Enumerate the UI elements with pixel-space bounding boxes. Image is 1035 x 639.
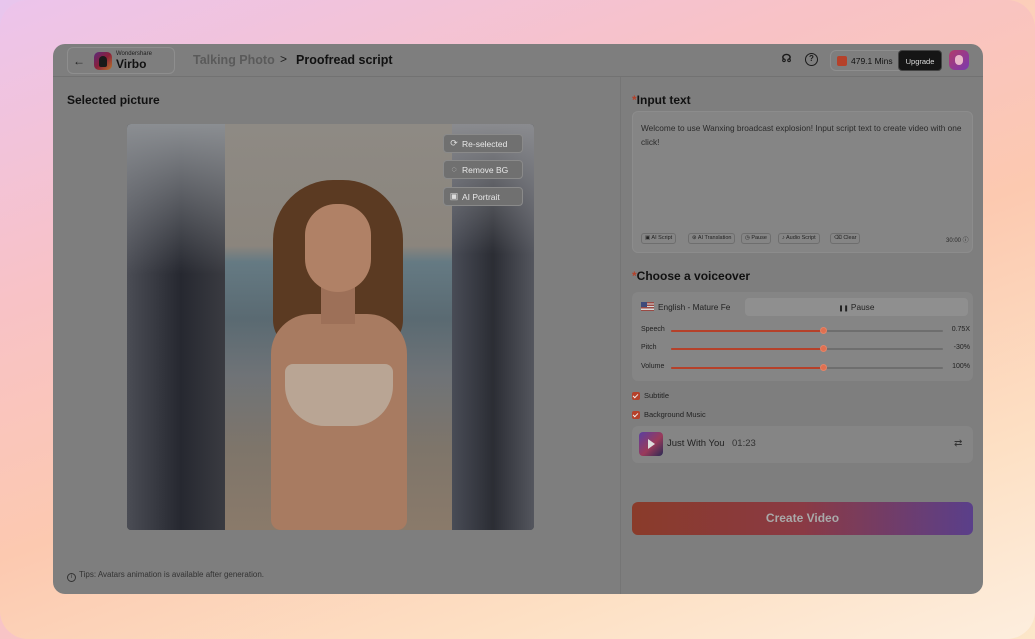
brand-logo: Wondershare Virbo bbox=[116, 51, 152, 70]
pause-insert-button[interactable]: ◷ Pause bbox=[741, 233, 771, 244]
voiceover-label: Choose a voiceover bbox=[636, 269, 751, 283]
top-bar: ← Wondershare Virbo Talking Photo > Proo… bbox=[53, 44, 983, 77]
upgrade-button[interactable]: Upgrade bbox=[898, 50, 942, 71]
counter-text: 30:00 bbox=[946, 238, 962, 244]
help-icon[interactable]: ? bbox=[805, 53, 818, 66]
background-music-label[interactable]: Background Music bbox=[644, 410, 706, 419]
audio-script-button[interactable]: ♪ Audio Script bbox=[778, 233, 820, 244]
brand-name: Virbo bbox=[116, 57, 147, 71]
portrait-face bbox=[305, 204, 371, 292]
pause-label: Pause bbox=[850, 302, 875, 312]
volume-slider[interactable] bbox=[671, 364, 943, 371]
music-name: Just With You bbox=[667, 438, 725, 449]
panel-divider bbox=[620, 77, 621, 594]
ai-script-label: AI Script bbox=[651, 235, 673, 241]
replace-music-icon[interactable]: ⇄ bbox=[954, 438, 962, 449]
voiceover-title: *Choose a voiceover bbox=[632, 269, 750, 283]
pause-button[interactable]: ❚❚ Pause bbox=[745, 298, 968, 316]
portrait-top bbox=[285, 364, 393, 426]
speech-fill bbox=[671, 330, 824, 332]
remove-bg-button[interactable]: ◌ Remove BG bbox=[443, 160, 523, 179]
audio-script-label: Audio Script bbox=[785, 235, 816, 241]
subtitle-checkbox[interactable] bbox=[632, 392, 640, 400]
clear-label: Clear bbox=[843, 235, 857, 241]
photo-blur-right bbox=[452, 124, 534, 530]
ai-script-button[interactable]: ▣ AI Script bbox=[641, 233, 677, 244]
pause-icon: ❚❚ bbox=[838, 306, 849, 312]
pitch-value: -30% bbox=[953, 344, 970, 351]
user-avatar[interactable] bbox=[949, 50, 969, 70]
pitch-fill bbox=[671, 348, 824, 350]
voice-name: English - Mature Fe bbox=[658, 302, 731, 312]
speech-label: Speech bbox=[641, 326, 665, 333]
subtitle-label[interactable]: Subtitle bbox=[644, 391, 669, 400]
music-duration: 01:23 bbox=[732, 438, 756, 449]
clear-button[interactable]: ⌫ Clear bbox=[830, 233, 861, 244]
breadcrumb-talking-photo[interactable]: Talking Photo bbox=[193, 53, 275, 67]
app-window: ← Wondershare Virbo Talking Photo > Proo… bbox=[53, 44, 983, 594]
pause-insert-label: Pause bbox=[751, 235, 767, 241]
info-icon: i bbox=[67, 573, 76, 582]
speech-slider[interactable] bbox=[671, 327, 943, 334]
create-video-button[interactable]: Create Video bbox=[632, 502, 973, 535]
reselect-button[interactable]: ⟳ Re-selected bbox=[443, 134, 523, 153]
tips-text: i Tips: Avatars animation is available af… bbox=[67, 570, 264, 582]
credits-icon bbox=[837, 56, 847, 66]
volume-label: Volume bbox=[641, 363, 665, 370]
voiceover-panel: English - Mature Fe ❚❚ Pause Speech 0.75… bbox=[632, 292, 973, 381]
refresh-icon: ⟳ bbox=[450, 138, 458, 148]
home-button[interactable]: ← Wondershare Virbo bbox=[67, 47, 175, 74]
script-text[interactable]: Welcome to use Wanxing broadcast explosi… bbox=[641, 122, 963, 149]
selected-picture-title: Selected picture bbox=[67, 93, 160, 107]
back-arrow-icon[interactable]: ← bbox=[68, 54, 90, 68]
page-title: Proofread script bbox=[296, 53, 393, 67]
chevron-right-icon: > bbox=[280, 52, 288, 66]
us-flag-icon bbox=[641, 302, 654, 311]
volume-value: 100% bbox=[952, 363, 970, 370]
music-track[interactable]: Just With You 01:23 ⇄ bbox=[632, 426, 973, 463]
background-music-checkbox[interactable] bbox=[632, 411, 640, 419]
script-textarea[interactable]: Welcome to use Wanxing broadcast explosi… bbox=[632, 111, 973, 253]
speech-value: 0.75X bbox=[951, 326, 970, 333]
headset-icon[interactable]: ☊ bbox=[780, 53, 793, 66]
portrait-icon: ▣ bbox=[449, 191, 459, 201]
ai-translation-button[interactable]: ⊛ AI Translation bbox=[688, 233, 736, 244]
ai-translation-label: AI Translation bbox=[697, 235, 732, 241]
pitch-slider[interactable] bbox=[671, 345, 943, 352]
tip-label: Tips: Avatars animation is available aft… bbox=[79, 570, 264, 579]
reselect-label: Re-selected bbox=[462, 139, 508, 149]
input-text-label: Input text bbox=[636, 93, 691, 107]
pitch-label: Pitch bbox=[641, 344, 657, 351]
voice-select[interactable]: English - Mature Fe bbox=[641, 298, 741, 316]
input-text-title: *Input text bbox=[632, 93, 691, 107]
remove-bg-icon: ◌ bbox=[451, 164, 457, 174]
remove-bg-label: Remove BG bbox=[462, 165, 509, 175]
selected-photo bbox=[127, 124, 534, 530]
ai-portrait-button[interactable]: ▣ AI Portrait bbox=[443, 187, 523, 206]
minutes-text: 479.1 Mins bbox=[851, 56, 893, 66]
volume-fill bbox=[671, 367, 824, 369]
photo-blur-left bbox=[127, 124, 225, 530]
speech-knob[interactable] bbox=[819, 327, 827, 334]
char-counter: 30:00 ⓘ bbox=[946, 238, 969, 244]
play-icon[interactable] bbox=[639, 432, 663, 456]
ai-portrait-label: AI Portrait bbox=[462, 192, 500, 202]
virbo-logo-icon bbox=[94, 51, 112, 70]
volume-knob[interactable] bbox=[819, 364, 827, 371]
portrait-image bbox=[225, 124, 452, 530]
pitch-knob[interactable] bbox=[819, 345, 827, 352]
